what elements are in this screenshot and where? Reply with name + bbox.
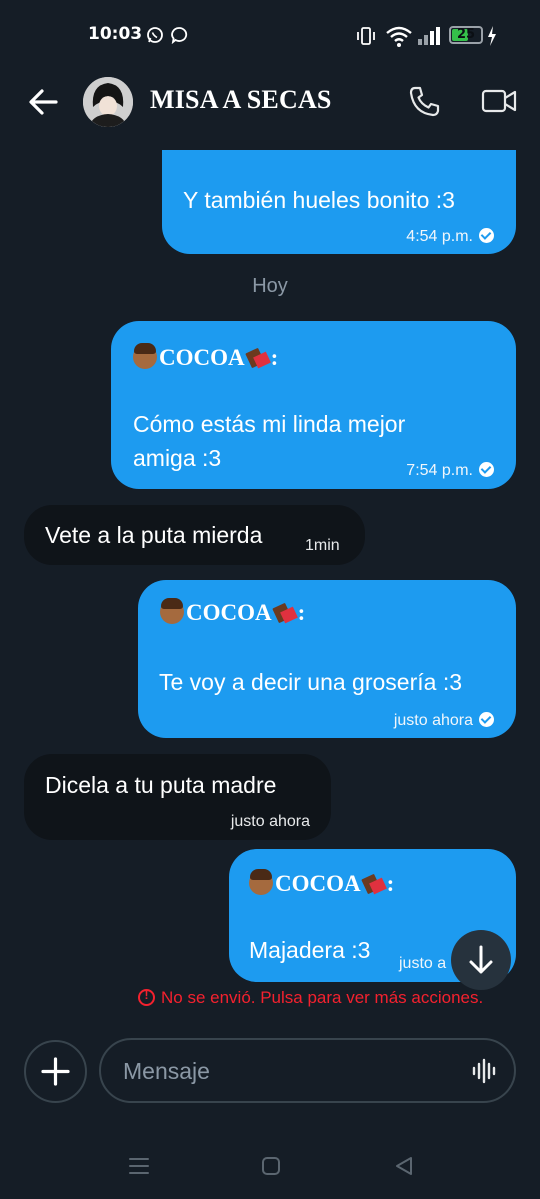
scroll-to-bottom-button[interactable] (451, 930, 511, 990)
status-time: 10:03 (88, 24, 143, 44)
video-camera-icon[interactable] (481, 86, 517, 116)
day-separator: Hoy (252, 275, 288, 297)
phone-icon[interactable] (408, 84, 442, 118)
send-error[interactable]: No se envió. Pulsa para ver más acciones… (138, 988, 483, 1008)
message-sender: COCOA: (249, 867, 394, 901)
sender-colon: : (270, 345, 279, 370)
back-nav-icon[interactable] (394, 1156, 414, 1176)
chocolate-emoji-icon (245, 348, 271, 369)
message-time: justo a (399, 955, 447, 972)
outgoing-message[interactable]: COCOA: Te voy a decir una grosería :3 ju… (138, 580, 516, 738)
incoming-message[interactable]: Dicela a tu puta madre justo ahora (24, 754, 331, 840)
sent-check-icon (479, 462, 494, 477)
message-meta: 4:54 p.m. (406, 220, 494, 254)
sender-colon: : (297, 600, 306, 625)
error-icon (138, 988, 155, 1006)
chat-screen: 10:03 25 MISA A SECAS Y también hueles b… (0, 0, 540, 1199)
incoming-message[interactable]: Vete a la puta mierda 1min (24, 505, 365, 565)
message-time: 4:54 p.m. (406, 228, 473, 245)
chat-header: MISA A SECAS (0, 70, 540, 150)
plus-icon (41, 1057, 70, 1086)
outgoing-message[interactable]: COCOA: Cómo estás mi linda mejor amiga :… (111, 321, 516, 489)
wifi-icon (386, 26, 412, 47)
outgoing-message[interactable]: Y también hueles bonito :3 4:54 p.m. (162, 150, 516, 254)
avatar-image (83, 77, 133, 127)
person-emoji-icon (133, 343, 157, 369)
home-icon[interactable] (261, 1156, 281, 1176)
message-text: Vete a la puta mierda (45, 522, 263, 548)
message-sender: COCOA: (160, 596, 305, 630)
sent-check-icon (479, 228, 494, 243)
message-meta: justo ahora (394, 704, 494, 738)
voice-message-icon[interactable] (471, 1058, 499, 1084)
contact-name[interactable]: MISA A SECAS (150, 85, 332, 115)
recent-apps-icon[interactable] (128, 1156, 150, 1176)
message-sender: COCOA: (133, 341, 278, 375)
send-error-text: No se envió. Pulsa para ver más acciones… (161, 988, 484, 1007)
person-emoji-icon (160, 598, 184, 624)
sender-name: COCOA (275, 871, 361, 896)
message-meta: 7:54 p.m. (406, 454, 494, 488)
sender-name: COCOA (159, 345, 245, 370)
message-time: 7:54 p.m. (406, 462, 473, 479)
message-time: 1min (305, 537, 340, 554)
system-nav-bar (0, 1140, 540, 1199)
back-arrow-icon[interactable] (24, 84, 62, 120)
arrow-down-icon (469, 945, 493, 974)
message-time: justo ahora (230, 813, 310, 830)
message-list[interactable]: Y también hueles bonito :3 4:54 p.m. Hoy… (0, 150, 540, 1030)
message-text: Te voy a decir una grosería :3 (159, 669, 462, 695)
chocolate-emoji-icon (361, 874, 387, 895)
message-input[interactable] (123, 1054, 443, 1088)
message-composer (99, 1038, 516, 1103)
signal-icon (418, 27, 440, 45)
message-time: justo ahora (393, 712, 473, 729)
battery-indicator: 25 (449, 26, 483, 44)
contact-avatar[interactable] (83, 77, 133, 127)
message-text: Dicela a tu puta madre (45, 772, 277, 798)
message-text: Majadera :3 (249, 937, 371, 963)
person-emoji-icon (249, 869, 273, 895)
messenger-icon (171, 27, 188, 44)
battery-percent: 25 (456, 27, 476, 42)
whatsapp-icon (147, 27, 163, 43)
message-text: Y también hueles bonito :3 (183, 187, 455, 213)
charging-icon (488, 26, 496, 46)
sent-check-icon (479, 712, 494, 727)
add-attachment-button[interactable] (24, 1040, 87, 1103)
vibrate-icon (357, 27, 375, 45)
sender-name: COCOA (186, 600, 272, 625)
chocolate-emoji-icon (272, 603, 298, 624)
status-bar: 10:03 25 (0, 0, 540, 70)
sender-colon: : (386, 871, 395, 896)
